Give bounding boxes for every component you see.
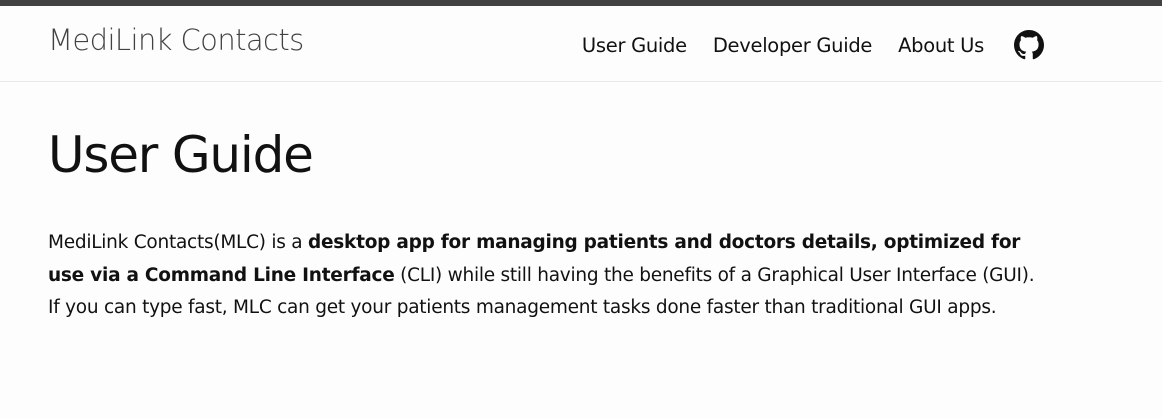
page-title: User Guide [48, 126, 314, 184]
github-icon[interactable] [1014, 30, 1044, 60]
intro-text-1: MediLink Contacts(MLC) is a [48, 232, 308, 253]
intro-paragraph: MediLink Contacts(MLC) is a desktop app … [48, 227, 1038, 325]
site-header: MediLink Contacts User Guide Developer G… [0, 6, 1162, 82]
site-title-link[interactable]: MediLink Contacts [48, 23, 304, 57]
nav-link-user-guide[interactable]: User Guide [582, 34, 687, 57]
nav-link-about-us[interactable]: About Us [898, 34, 984, 57]
nav-link-developer-guide[interactable]: Developer Guide [713, 34, 873, 57]
page-content: User Guide MediLink Contacts(MLC) is a d… [48, 128, 1038, 325]
site-nav: User Guide Developer Guide About Us [582, 30, 1044, 60]
